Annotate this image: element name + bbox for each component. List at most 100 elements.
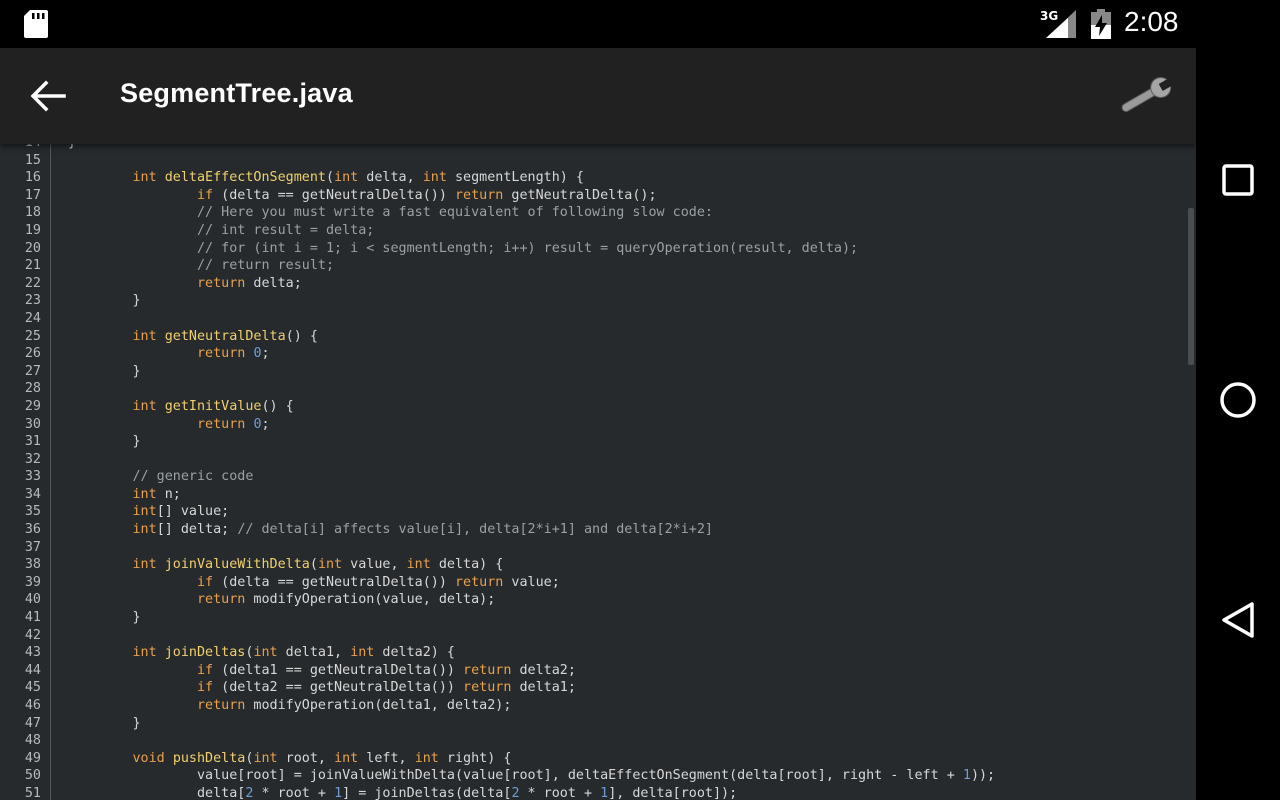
- code-line[interactable]: 29 int getInitValue() {: [0, 398, 1186, 416]
- recents-button[interactable]: [1196, 132, 1280, 228]
- code-line[interactable]: 21 // return result;: [0, 257, 1186, 275]
- vertical-scrollbar[interactable]: [1188, 208, 1194, 365]
- code-token: (delta2 == getNeutralDelta()): [213, 680, 464, 696]
- code-token: }: [68, 293, 141, 309]
- code-line[interactable]: 51 delta[2 * root + 1] = joinDeltas(delt…: [0, 785, 1186, 800]
- wrench-icon: [1121, 77, 1175, 112]
- function-name-token: joinDeltas: [164, 645, 246, 661]
- code-token: root,: [277, 750, 335, 766]
- line-number: 42: [24, 627, 41, 643]
- code-token: * root +: [519, 785, 601, 800]
- code-line[interactable]: 46 return modifyOperation(delta1, delta2…: [0, 697, 1186, 715]
- keyword-token: return: [197, 275, 246, 291]
- line-number: 25: [24, 328, 41, 344]
- code-line[interactable]: 36 int[] delta; // delta[i] affects valu…: [0, 521, 1186, 539]
- home-button[interactable]: [1196, 352, 1280, 448]
- line-number: 38: [24, 557, 41, 573]
- code-text: int deltaEffectOnSegment(int delta, int …: [68, 169, 585, 187]
- code-line[interactable]: 38 int joinValueWithDelta(int value, int…: [0, 556, 1186, 574]
- code-text: int n;: [68, 486, 181, 504]
- code-line[interactable]: 42: [0, 627, 1186, 645]
- keyword-token: if: [197, 680, 214, 696]
- line-number: 19: [24, 222, 41, 238]
- keyword-token: int: [253, 750, 278, 766]
- code-text: }: [68, 433, 141, 451]
- code-line[interactable]: 16 int deltaEffectOnSegment(int delta, i…: [0, 169, 1186, 187]
- code-token: ;: [261, 416, 270, 432]
- code-line[interactable]: 50 value[root] = joinValueWithDelta(valu…: [0, 767, 1186, 785]
- keyword-token: if: [197, 187, 214, 203]
- keyword-token: int: [132, 645, 157, 661]
- code-line[interactable]: 35 int[] value;: [0, 503, 1186, 521]
- code-line[interactable]: 39 if (delta == getNeutralDelta()) retur…: [0, 574, 1186, 592]
- code-token: modifyOperation(delta1, delta2);: [245, 698, 512, 713]
- code-text: // return result;: [68, 257, 334, 275]
- code-line[interactable]: 33 // generic code: [0, 468, 1186, 486]
- code-line[interactable]: 22 return delta;: [0, 275, 1186, 293]
- code-editor[interactable]: 14}1516 int deltaEffectOnSegment(int del…: [0, 144, 1196, 800]
- keyword-token: int: [334, 170, 359, 186]
- code-token: n;: [156, 486, 181, 502]
- code-line[interactable]: 20 // for (int i = 1; i < segmentLength;…: [0, 240, 1186, 258]
- code-token: value;: [503, 574, 560, 590]
- line-number: 39: [24, 574, 41, 590]
- settings-button[interactable]: [1116, 70, 1176, 122]
- back-triangle-icon: [1222, 602, 1254, 638]
- battery-charging-icon: [1091, 9, 1111, 39]
- code-line[interactable]: 27 }: [0, 363, 1186, 381]
- code-line[interactable]: 43 int joinDeltas(int delta1, int delta2…: [0, 644, 1186, 662]
- code-line[interactable]: 19 // int result = delta;: [0, 222, 1186, 240]
- code-text: // generic code: [68, 468, 254, 486]
- code-line[interactable]: 32: [0, 451, 1186, 469]
- code-line[interactable]: 18 // Here you must write a fast equival…: [0, 204, 1186, 222]
- keyword-token: int: [132, 328, 157, 344]
- code-line[interactable]: 30 return 0;: [0, 416, 1186, 434]
- line-number: 30: [24, 416, 41, 432]
- keyword-token: int: [334, 750, 359, 766]
- code-text: // Here you must write a fast equivalent…: [68, 204, 713, 222]
- code-token: }: [68, 363, 141, 379]
- comment-token: // Here you must write a fast equivalent…: [197, 205, 713, 221]
- code-line[interactable]: 47 }: [0, 715, 1186, 733]
- code-line[interactable]: 44 if (delta1 == getNeutralDelta()) retu…: [0, 662, 1186, 680]
- code-line[interactable]: 17 if (delta == getNeutralDelta()) retur…: [0, 187, 1186, 205]
- code-token: }: [68, 434, 141, 450]
- keyword-token: return: [197, 416, 246, 432]
- keyword-token: int: [414, 750, 439, 766]
- code-line[interactable]: 31 }: [0, 433, 1186, 451]
- code-area[interactable]: 14}1516 int deltaEffectOnSegment(int del…: [0, 144, 1186, 800]
- system-back-button[interactable]: [1196, 572, 1280, 668]
- code-line[interactable]: 15: [0, 152, 1186, 170]
- code-line[interactable]: 41 }: [0, 609, 1186, 627]
- code-text: return delta;: [68, 275, 302, 293]
- code-line[interactable]: 14}: [0, 144, 1186, 152]
- code-token: ;: [261, 346, 270, 362]
- code-token: delta2;: [511, 662, 576, 678]
- number-token: 2: [511, 785, 520, 800]
- code-token: (delta1 == getNeutralDelta()): [213, 662, 464, 678]
- code-line[interactable]: 37: [0, 539, 1186, 557]
- code-text: int joinDeltas(int delta1, int delta2) {: [68, 644, 456, 662]
- code-line[interactable]: 26 return 0;: [0, 345, 1186, 363]
- code-line[interactable]: 24: [0, 310, 1186, 328]
- code-line[interactable]: 40 return modifyOperation(value, delta);: [0, 591, 1186, 609]
- code-line[interactable]: 34 int n;: [0, 486, 1186, 504]
- code-line[interactable]: 48: [0, 732, 1186, 750]
- code-line[interactable]: 23 }: [0, 292, 1186, 310]
- code-line[interactable]: 49 void pushDelta(int root, int left, in…: [0, 750, 1186, 768]
- line-number: 24: [24, 310, 41, 326]
- code-line[interactable]: 25 int getNeutralDelta() {: [0, 328, 1186, 346]
- line-number: 44: [24, 662, 41, 678]
- back-button[interactable]: [24, 72, 72, 120]
- line-number: 15: [24, 152, 41, 168]
- code-line[interactable]: 45 if (delta2 == getNeutralDelta()) retu…: [0, 679, 1186, 697]
- keyword-token: int: [422, 170, 447, 186]
- code-line[interactable]: 28: [0, 380, 1186, 398]
- code-token: * root +: [253, 785, 335, 800]
